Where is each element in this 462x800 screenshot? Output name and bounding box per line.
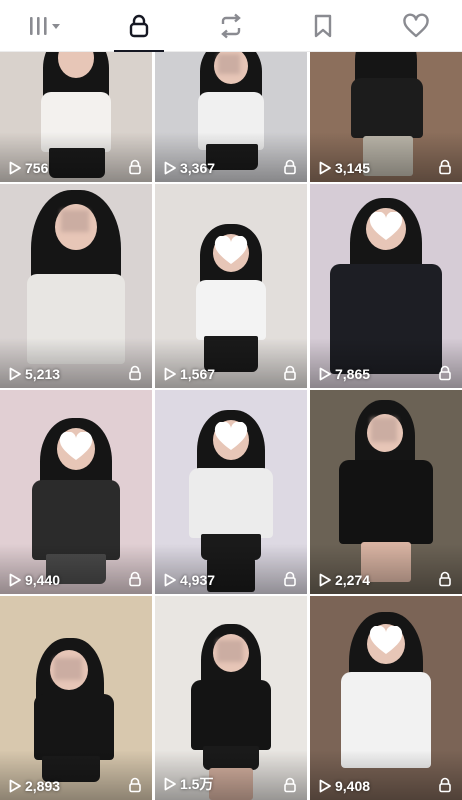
lock-icon	[439, 365, 451, 381]
heart-sticker	[369, 212, 403, 240]
view-count: 3,367	[163, 160, 215, 176]
view-count: 1,567	[163, 366, 215, 382]
play-icon	[164, 573, 176, 587]
video-thumbnail[interactable]: 3,145	[310, 52, 462, 182]
view-count: 1.5万	[163, 774, 213, 794]
tab-reposts[interactable]	[195, 0, 267, 52]
play-icon	[164, 161, 176, 175]
view-count: 9,408	[318, 778, 370, 794]
video-grid: 756 3,367 3,145 5,213 1,567 7,865 9,440 …	[0, 52, 462, 800]
lock-icon	[129, 159, 141, 175]
play-icon	[9, 367, 21, 381]
heart-icon	[403, 13, 429, 37]
view-count: 5,213	[8, 366, 60, 382]
video-thumbnail[interactable]: 1.5万	[155, 596, 307, 800]
lock-icon	[129, 777, 141, 793]
video-thumbnail[interactable]: 7,865	[310, 184, 462, 388]
view-count: 9,440	[8, 572, 60, 588]
tab-favorites[interactable]	[287, 0, 359, 52]
lock-icon	[129, 14, 148, 37]
view-count: 2,893	[8, 778, 60, 794]
play-icon	[164, 367, 176, 381]
video-thumbnail[interactable]: 2,893	[0, 596, 152, 800]
heart-sticker	[214, 236, 248, 264]
lock-icon	[439, 571, 451, 587]
view-count: 3,145	[318, 160, 370, 176]
video-thumbnail[interactable]: 756	[0, 52, 152, 182]
video-thumbnail[interactable]: 9,408	[310, 596, 462, 800]
video-thumbnail[interactable]: 4,937	[155, 390, 307, 594]
lock-icon	[129, 365, 141, 381]
play-icon	[9, 779, 21, 793]
video-thumbnail[interactable]: 3,367	[155, 52, 307, 182]
lock-icon	[284, 571, 296, 587]
play-icon	[319, 779, 331, 793]
video-thumbnail[interactable]: 2,274	[310, 390, 462, 594]
lock-icon	[284, 365, 296, 381]
view-count: 756	[8, 160, 48, 176]
tab-liked[interactable]	[380, 0, 452, 52]
lock-icon	[439, 777, 451, 793]
video-thumbnail[interactable]: 5,213	[0, 184, 152, 388]
heart-sticker	[214, 422, 248, 450]
lock-icon	[439, 159, 451, 175]
play-icon	[319, 367, 331, 381]
tab-grid-filter[interactable]	[10, 0, 82, 52]
bookmark-icon	[315, 14, 332, 37]
play-icon	[319, 573, 331, 587]
view-count: 2,274	[318, 572, 370, 588]
play-icon	[9, 161, 21, 175]
view-count: 4,937	[163, 572, 215, 588]
video-thumbnail[interactable]: 1,567	[155, 184, 307, 388]
video-thumbnail[interactable]: 9,440	[0, 390, 152, 594]
play-icon	[9, 573, 21, 587]
repost-icon	[221, 13, 241, 38]
tab-private[interactable]	[103, 0, 175, 52]
profile-tab-bar	[0, 0, 462, 52]
lock-icon	[284, 777, 296, 793]
heart-sticker	[59, 432, 93, 460]
view-count: 7,865	[318, 366, 370, 382]
lock-icon	[284, 159, 296, 175]
heart-sticker	[369, 626, 403, 654]
grid-filter-icon	[30, 16, 61, 35]
play-icon	[164, 777, 176, 791]
lock-icon	[129, 571, 141, 587]
play-icon	[319, 161, 331, 175]
